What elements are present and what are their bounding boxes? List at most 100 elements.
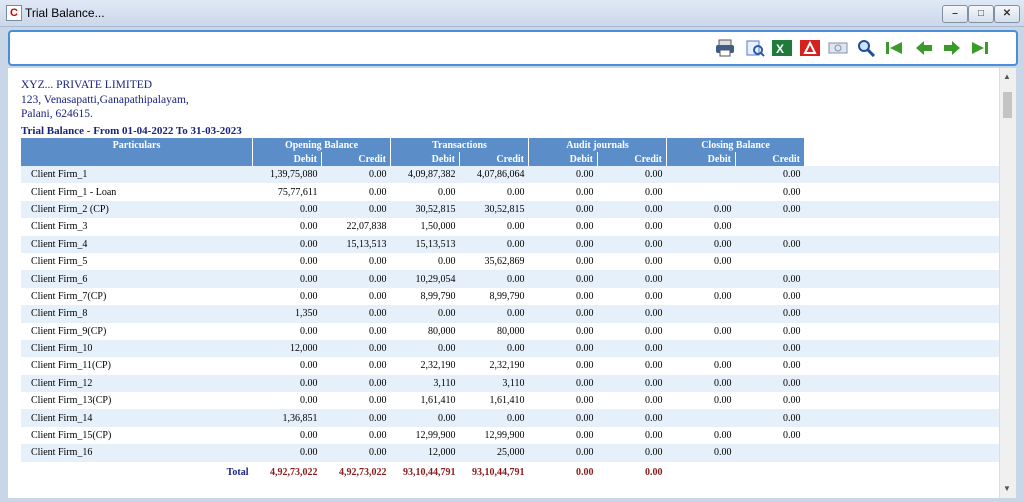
table-row[interactable]: Client Firm_2 (CP) 0.00 0.00 30,52,815 30,52… <box>21 200 1003 219</box>
company-address-line-2: Palani, 624615. <box>21 108 93 120</box>
table-row[interactable]: Client Firm_3 0.00 22,07,838 1,50,000 0.00 0.… <box>21 218 1003 235</box>
table-row[interactable]: Client Firm_9(CP) 0.00 0.00 80,000 80,000 0.0… <box>21 323 1003 340</box>
row-amount: 0.00 <box>666 200 736 219</box>
vertical-scrollbar[interactable]: ▲ ▼ <box>999 68 1016 498</box>
table-row[interactable]: Client Firm_8 1,350 0.00 0.00 0.00 0.00 0.00 0.… <box>21 305 1003 323</box>
row-amount: 0.00 <box>576 290 594 302</box>
table-row[interactable]: Client Firm_6 0.00 0.00 10,29,054 0.00 0.00 0.… <box>21 270 1003 288</box>
table-row[interactable]: Client Firm_12 0.00 0.00 3,110 3,110 0.00 0.00… <box>21 374 1003 393</box>
title-bar: C Trial Balance... – □ ✕ <box>0 0 1024 27</box>
table-row[interactable]: Client Firm_11(CP) 0.00 0.00 2,32,190 2,32,1… <box>21 357 1003 374</box>
row-amount: 3,110 <box>390 374 460 393</box>
next-page-icon[interactable] <box>942 39 962 57</box>
row-amount: 0.00 <box>783 325 801 337</box>
total-amount: 0.00 <box>576 467 594 479</box>
row-amount: 0.00 <box>390 305 460 323</box>
total-amount: 4,92,73,022 <box>270 467 318 479</box>
row-amount: 30,52,815 <box>459 200 529 219</box>
row-particular: Client Firm_15(CP) <box>31 430 112 442</box>
row-amount: 0.00 <box>714 290 732 302</box>
row-amount: 0.00 <box>528 200 598 219</box>
table-row[interactable]: Client Firm_16 0.00 0.00 12,000 25,000 0.00 0.… <box>21 444 1003 462</box>
table-row[interactable]: Client Firm_14 1,36,851 0.00 0.00 0.00 0.00 0.… <box>21 409 1003 427</box>
opening-balance-header: Opening Balance <box>252 138 391 152</box>
row-particular: Client Firm_4 <box>21 235 253 253</box>
row-amount: 0.00 <box>645 395 663 407</box>
row-amount: 0.00 <box>645 290 663 302</box>
row-amount: 0.00 <box>597 305 667 323</box>
table-row[interactable]: Client Firm_15(CP) 0.00 0.00 12,99,900 12,99… <box>21 427 1003 444</box>
row-amount: 0.00 <box>597 270 667 288</box>
row-amount: 0.00 <box>597 166 667 184</box>
row-amount: 0.00 <box>369 256 387 268</box>
row-amount: 0.00 <box>783 186 801 198</box>
row-amount: 12,99,900 <box>484 430 525 442</box>
row-amount: 1,50,000 <box>420 221 456 233</box>
table-row[interactable]: Client Firm_10 12,000 0.00 0.00 0.00 0.00 0.00… <box>21 339 1003 358</box>
minimize-button[interactable]: – <box>942 5 968 23</box>
row-particular: Client Firm_7(CP) <box>31 290 107 302</box>
row-amount: 0.00 <box>300 325 318 337</box>
row-amount: 0.00 <box>321 339 391 358</box>
search-icon[interactable] <box>856 39 876 57</box>
pdf-export-icon[interactable] <box>800 39 820 57</box>
email-icon[interactable] <box>828 39 848 57</box>
row-amount: 0.00 <box>735 235 805 253</box>
row-amount: 0.00 <box>783 360 801 372</box>
row-amount: 0.00 <box>300 430 318 442</box>
close-button[interactable]: ✕ <box>994 5 1020 23</box>
row-amount: 0.00 <box>507 186 525 198</box>
first-page-icon[interactable] <box>884 39 904 57</box>
row-amount: 80,000 <box>497 325 525 337</box>
previous-page-icon[interactable] <box>914 39 934 57</box>
scroll-up-icon[interactable]: ▲ <box>1003 72 1011 81</box>
row-particular: Client Firm_8 <box>21 305 253 323</box>
row-amount: 0.00 <box>300 395 318 407</box>
row-amount: 0.00 <box>369 430 387 442</box>
row-amount: 0.00 <box>252 270 322 288</box>
row-amount: 0.00 <box>783 430 801 442</box>
print-icon[interactable] <box>715 39 735 57</box>
table-row[interactable]: Client Firm_1 - Loan 75,77,611 0.00 0.00 0.0… <box>21 183 1003 200</box>
transactions-debit-header: Debit <box>390 152 460 166</box>
row-amount: 4,07,86,064 <box>459 166 529 184</box>
row-amount: 0.00 <box>390 339 460 358</box>
row-amount: 0.00 <box>645 221 663 233</box>
row-amount: 0.00 <box>735 200 805 219</box>
audit-credit-header: Credit <box>597 152 667 166</box>
row-amount: 0.00 <box>321 444 391 462</box>
scroll-down-icon[interactable]: ▼ <box>1003 484 1011 493</box>
row-amount: 0.00 <box>645 186 663 198</box>
table-row[interactable]: Client Firm_7(CP) 0.00 0.00 8,99,790 8,99,79… <box>21 288 1003 305</box>
row-amount: 0.00 <box>645 430 663 442</box>
row-amount: 0.00 <box>597 200 667 219</box>
row-amount: 0.00 <box>783 290 801 302</box>
maximize-button[interactable]: □ <box>968 5 994 23</box>
row-amount: 1,36,851 <box>252 409 322 427</box>
print-preview-icon[interactable] <box>745 39 765 57</box>
row-amount: 15,13,513 <box>321 235 391 253</box>
row-amount: 0.00 <box>321 200 391 219</box>
row-amount <box>666 305 736 323</box>
report-title: Trial Balance - From 01-04-2022 To 31-03… <box>21 125 242 137</box>
company-name: XYZ... PRIVATE LIMITED <box>21 79 153 91</box>
excel-export-icon[interactable]: X <box>772 39 792 57</box>
last-page-icon[interactable] <box>970 39 990 57</box>
row-particular: Client Firm_16 <box>21 444 253 462</box>
table-row[interactable]: Client Firm_13(CP) 0.00 0.00 1,61,410 1,61,4… <box>21 392 1003 409</box>
trial-balance-table: Particulars Opening Balance Transactions… <box>21 138 1003 484</box>
row-particular: Client Firm_14 <box>21 409 253 427</box>
row-amount: 8,99,790 <box>489 290 525 302</box>
table-row[interactable]: Client Firm_5 0.00 0.00 0.00 35,62,869 0.00 0.… <box>21 253 1003 270</box>
table-row[interactable]: Client Firm_1 1,39,75,080 0.00 4,09,87,382 4… <box>21 166 1003 184</box>
row-amount: 0.00 <box>783 395 801 407</box>
row-amount: 0.00 <box>507 221 525 233</box>
row-amount: 30,52,815 <box>390 200 460 219</box>
row-amount: 0.00 <box>576 256 594 268</box>
scroll-thumb[interactable] <box>1003 92 1012 118</box>
total-amount: 0.00 <box>645 467 663 479</box>
row-particular: Client Firm_3 <box>31 221 88 233</box>
row-amount: 0.00 <box>645 256 663 268</box>
row-amount: 0.00 <box>528 374 598 393</box>
table-row[interactable]: Client Firm_4 0.00 15,13,513 15,13,513 0.00 0… <box>21 235 1003 253</box>
